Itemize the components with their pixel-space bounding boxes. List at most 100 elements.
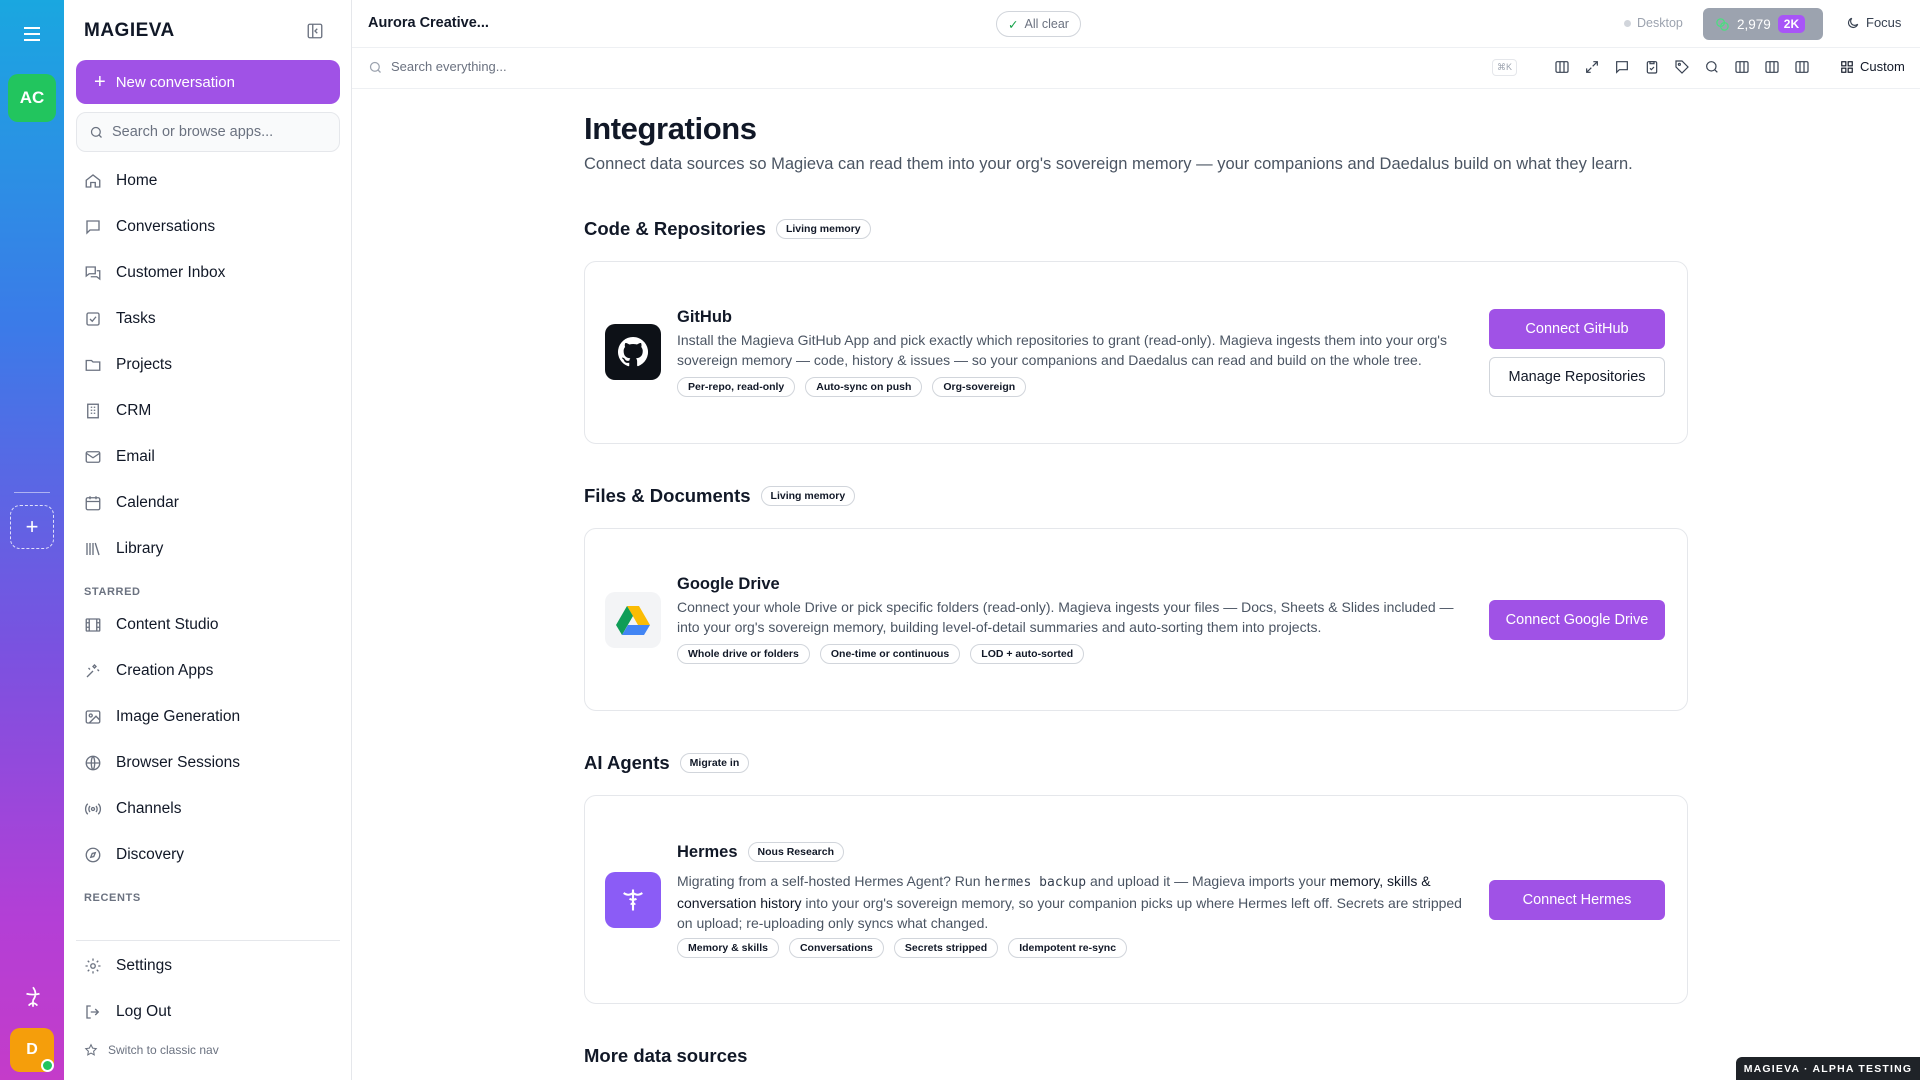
library-icon <box>86 542 100 556</box>
google-drive-title: Google Drive <box>677 575 780 593</box>
tag-icon[interactable] <box>1674 59 1690 75</box>
google-drive-description: Connect your whole Drive or pick specifi… <box>677 599 1454 635</box>
nav-projects-label: Projects <box>116 356 172 373</box>
nav-crm-label: CRM <box>116 402 152 419</box>
section-code-chip: Living memory <box>775 219 871 239</box>
tag: Auto-sync on push <box>805 377 923 397</box>
github-name: GitHub <box>677 308 732 327</box>
grid-icon <box>1841 60 1853 73</box>
nav-creation-apps-label: Creation Apps <box>116 662 214 679</box>
nav-conversations[interactable]: Conversations <box>76 204 340 250</box>
app-search-input[interactable]: Search or browse apps... <box>76 112 340 152</box>
section-code-title: Code & Repositories <box>584 218 766 239</box>
workspace-avatar[interactable]: AC <box>8 74 56 122</box>
nav-logout-label: Log Out <box>116 1003 172 1020</box>
check-icon: ✓ <box>1008 17 1019 32</box>
hermes-desc-part: Migrating from a self-hosted Hermes Agen… <box>677 873 985 889</box>
credits-button[interactable]: 2,979 2K <box>1703 8 1823 40</box>
mode-indicator[interactable]: Desktop <box>1624 16 1683 30</box>
nav-channels-label: Channels <box>116 800 182 817</box>
focus-label: Focus <box>1866 15 1902 30</box>
nav-discovery-label: Discovery <box>116 846 185 863</box>
apps-icon <box>86 664 100 678</box>
page-title: Integrations <box>584 111 757 146</box>
nav-crm[interactable]: CRM <box>76 388 340 434</box>
github-description: Install the Magieva GitHub App and pick … <box>677 332 1447 368</box>
checkbox-icon <box>86 312 100 326</box>
radio-icon <box>84 803 102 815</box>
github-title: GitHub <box>677 308 732 326</box>
nav-browser-sessions[interactable]: Browser Sessions <box>76 740 340 786</box>
connect-google-drive-button[interactable]: Connect Google Drive <box>1489 600 1665 640</box>
global-search-input[interactable]: Search everything... <box>391 59 507 74</box>
nav-library[interactable]: Library <box>76 526 340 572</box>
layout-tools <box>1554 59 1810 75</box>
film-icon <box>85 618 101 632</box>
switch-classic-nav-label: Switch to classic nav <box>108 1043 219 1057</box>
connect-hermes-button[interactable]: Connect Hermes <box>1489 880 1665 920</box>
hermes-title: Hermes <box>677 842 738 861</box>
hermes-vendor-chip: Nous Research <box>747 842 844 862</box>
focus-button[interactable]: Focus <box>1846 15 1901 30</box>
custom-label: Custom <box>1860 59 1905 74</box>
chat-icon[interactable] <box>1614 59 1630 75</box>
nav-logout[interactable]: Log Out <box>76 989 340 1035</box>
integrations-page: Integrations Connect data sources so Mag… <box>584 89 1688 1080</box>
github-tags: Per-repo, read-only Auto-sync on push Or… <box>677 377 1027 397</box>
nav-email-label: Email <box>116 448 155 465</box>
section-files: Files & Documents Living memory <box>584 485 856 507</box>
image-icon <box>85 710 101 724</box>
workspace-title[interactable]: Aurora Creative... <box>368 15 489 31</box>
columns-icon[interactable] <box>1764 59 1780 75</box>
columns-icon[interactable] <box>1734 59 1750 75</box>
connect-github-button[interactable]: Connect GitHub <box>1489 309 1665 349</box>
search-icon[interactable] <box>1704 59 1720 75</box>
mode-dot-icon <box>1624 19 1631 27</box>
section-code: Code & Repositories Living memory <box>584 218 871 240</box>
search-icon <box>90 126 102 138</box>
nav-email[interactable]: Email <box>76 434 340 480</box>
calendar-icon <box>85 496 101 511</box>
manage-repositories-button[interactable]: Manage Repositories <box>1489 357 1665 397</box>
nav-settings[interactable]: Settings <box>76 943 340 989</box>
menu-icon[interactable] <box>20 24 44 44</box>
nav-content-studio-label: Content Studio <box>116 616 219 633</box>
nav-customer-inbox[interactable]: Customer Inbox <box>76 250 340 296</box>
caduceus-icon <box>623 889 643 911</box>
status-pill[interactable]: ✓ All clear <box>996 11 1081 37</box>
nav-discovery[interactable]: Discovery <box>76 832 340 878</box>
nav-content-studio[interactable]: Content Studio <box>76 602 340 648</box>
nav-image-generation[interactable]: Image Generation <box>76 694 340 740</box>
clipboard-check-icon[interactable] <box>1644 59 1660 75</box>
nav-creation-apps[interactable]: Creation Apps <box>76 648 340 694</box>
nav-customer-inbox-label: Customer Inbox <box>116 264 226 281</box>
nav-browser-sessions-label: Browser Sessions <box>116 754 241 771</box>
search-icon <box>369 61 381 73</box>
global-toolbar: Search everything... ⌘K Custom <box>352 48 1920 89</box>
google-drive-name: Google Drive <box>677 575 780 594</box>
nav-calendar-label: Calendar <box>116 494 179 511</box>
nav-calendar[interactable]: Calendar <box>76 480 340 526</box>
nav-home[interactable]: Home <box>76 158 340 204</box>
section-files-title: Files & Documents <box>584 485 751 506</box>
custom-layout-button[interactable]: Custom <box>1840 59 1905 74</box>
page-subtitle: Connect data sources so Magieva can read… <box>584 155 1633 173</box>
nav-channels[interactable]: Channels <box>76 786 340 832</box>
add-workspace-button[interactable]: + <box>10 505 54 549</box>
nav-tasks[interactable]: Tasks <box>76 296 340 342</box>
nav-projects[interactable]: Projects <box>76 342 340 388</box>
folder-icon <box>85 359 101 371</box>
section-more: More data sources <box>584 1045 747 1067</box>
columns-icon[interactable] <box>1794 59 1810 75</box>
switch-classic-nav-link[interactable]: Switch to classic nav <box>76 1035 340 1065</box>
expand-icon[interactable] <box>1584 59 1600 75</box>
tag: Per-repo, read-only <box>677 377 796 397</box>
alpha-testing-badge: MAGIEVA · ALPHA TESTING <box>1736 1057 1920 1080</box>
collapse-sidebar-icon[interactable] <box>306 22 324 40</box>
columns-icon[interactable] <box>1554 59 1570 75</box>
new-conversation-button[interactable]: + New conversation <box>76 60 340 104</box>
daedalus-logo-icon[interactable] <box>20 984 46 1010</box>
hermes-tags: Memory & skills Conversations Secrets st… <box>677 938 1128 958</box>
tag: Org-sovereign <box>932 377 1027 397</box>
starred-heading: STARRED <box>84 586 141 598</box>
